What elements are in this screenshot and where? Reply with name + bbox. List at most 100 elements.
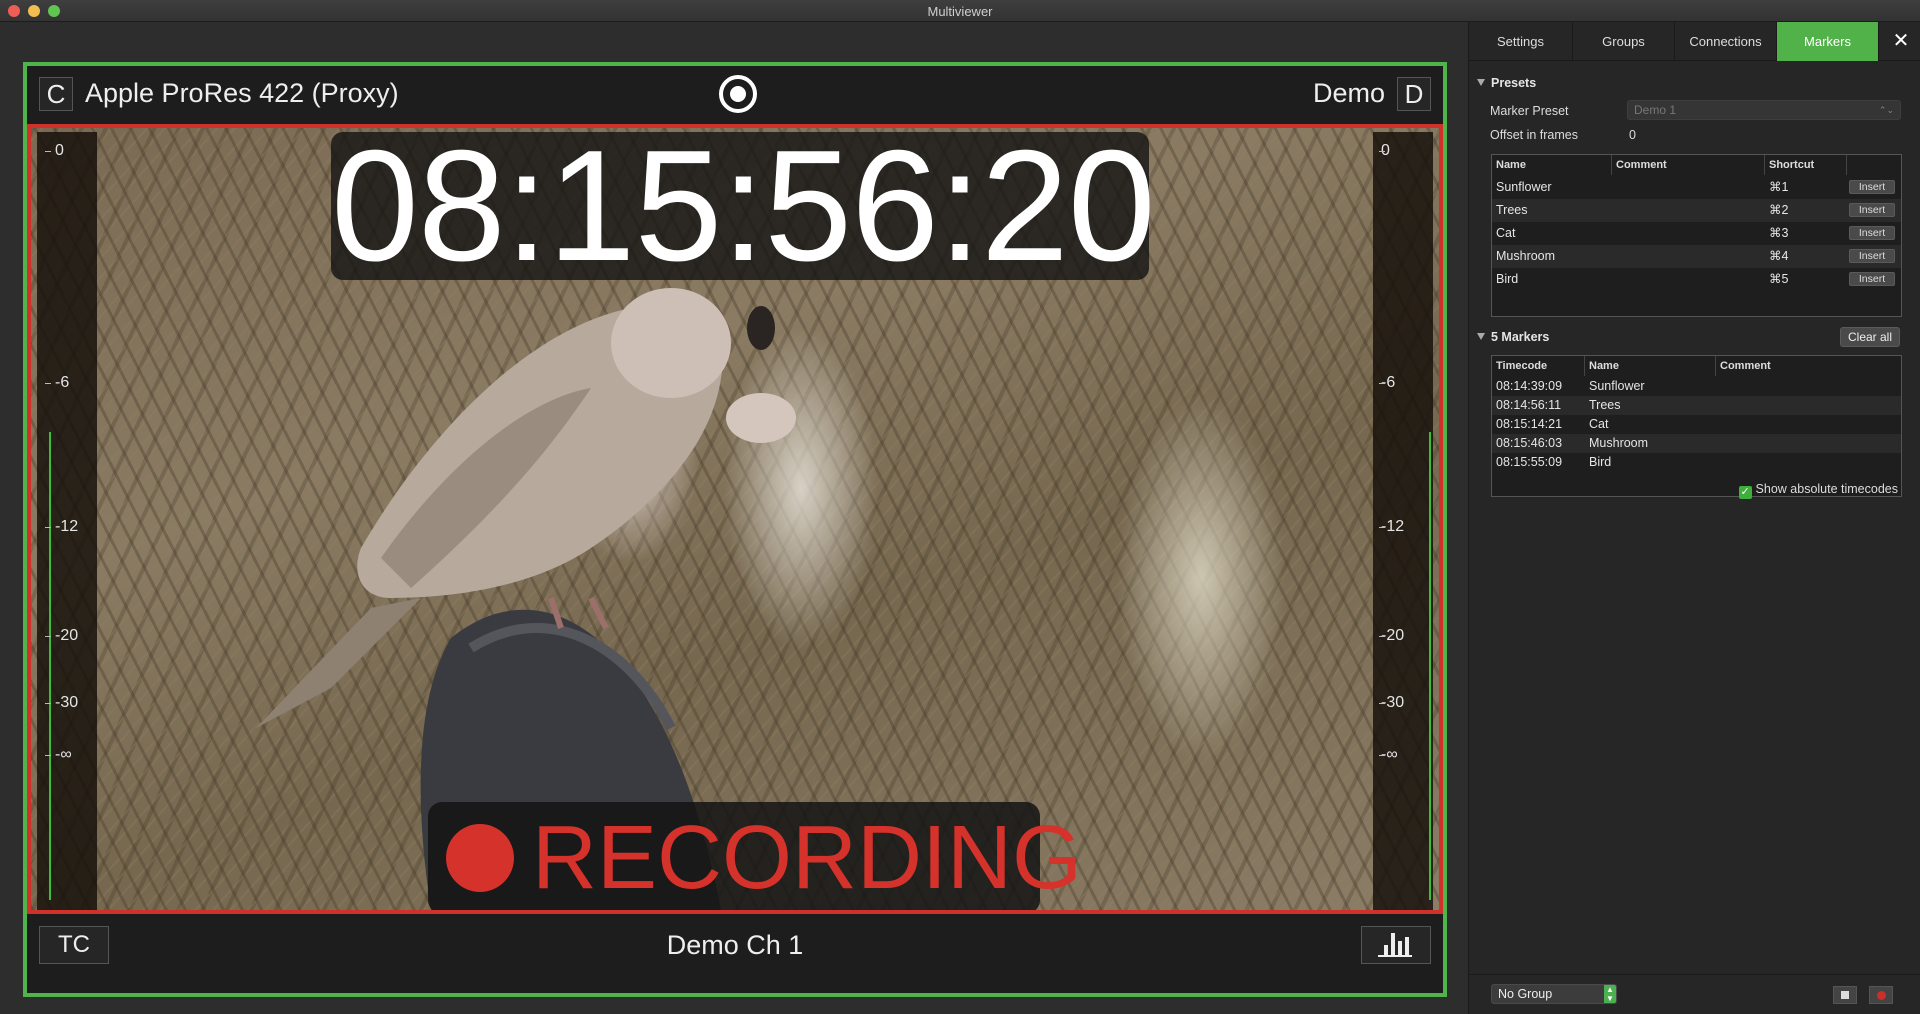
preset-shortcut: ⌘1 — [1769, 180, 1789, 194]
preset-shortcut: ⌘4 — [1769, 249, 1789, 263]
marker-name: Trees — [1589, 398, 1621, 412]
audio-meter-left: 0 -6 -12 -20 -30 -∞ — [37, 132, 97, 910]
marker-name: Cat — [1589, 417, 1609, 431]
tile-header: C Apple ProRes 422 (Proxy) Demo D — [27, 66, 1443, 124]
marker-timecode: 08:15:14:21 — [1496, 417, 1563, 431]
table-row[interactable]: Cat ⌘3 Insert — [1492, 222, 1901, 245]
markers-section-header[interactable]: 5 Markers — [1477, 330, 1549, 344]
table-row[interactable]: 08:15:46:03 Mushroom — [1492, 434, 1901, 453]
recording-label: RECORDING — [532, 808, 1083, 908]
markers-heading: 5 Markers — [1491, 330, 1550, 344]
channel-name: Demo Ch 1 — [666, 930, 804, 960]
insert-button[interactable]: Insert — [1849, 180, 1895, 194]
insert-button[interactable]: Insert — [1849, 272, 1895, 286]
tile-d-button[interactable]: D — [1397, 77, 1431, 111]
tab-connections[interactable]: Connections — [1675, 22, 1777, 61]
meter-tick: 0 — [45, 142, 64, 159]
offset-label: Offset in frames — [1490, 128, 1578, 142]
marker-preset-select[interactable]: Demo 1 — [1627, 100, 1901, 120]
preset-comment — [1612, 199, 1616, 222]
table-row[interactable]: Mushroom ⌘4 Insert — [1492, 245, 1901, 268]
marker-comment — [1716, 415, 1720, 434]
preset-shortcut: ⌘2 — [1769, 203, 1789, 217]
column-header — [1847, 155, 1903, 175]
meter-tick: -30 — [44, 694, 79, 711]
tile-c-button[interactable]: C — [39, 77, 73, 111]
column-header[interactable]: Name — [1492, 155, 1612, 175]
tab-markers[interactable]: Markers — [1777, 22, 1879, 61]
clear-all-button[interactable]: Clear all — [1840, 327, 1900, 347]
preset-name: Cat — [1496, 226, 1516, 240]
marker-name: Mushroom — [1589, 436, 1649, 450]
tile-footer: TC Demo Ch 1 — [27, 914, 1443, 993]
video-preview: 0 -6 -12 -20 -30 -∞ 0 -6 -12 -20 -30 -∞ … — [27, 124, 1443, 914]
panel-bottom-bar: No Group ▲ ▼ — [1469, 974, 1920, 1014]
table-row[interactable]: Bird ⌘5 Insert — [1492, 268, 1901, 291]
column-header[interactable]: Shortcut — [1765, 155, 1847, 175]
meter-tick: -∞ — [45, 746, 72, 763]
disclosure-triangle-icon — [1477, 333, 1485, 340]
table-row[interactable]: 08:15:14:21 Cat — [1492, 415, 1901, 434]
audio-meter-right: 0 -6 -12 -20 -30 -∞ — [1373, 132, 1433, 910]
preset-name: Trees — [1496, 203, 1528, 217]
marker-name: Bird — [1589, 455, 1612, 469]
multiviewer-area: C Apple ProRes 422 (Proxy) Demo D 0 -6 -… — [0, 22, 1468, 1014]
chevron-updown-icon: ▲ ▼ — [1604, 985, 1616, 1003]
table-row[interactable]: Trees ⌘2 Insert — [1492, 199, 1901, 222]
column-header[interactable]: Comment — [1716, 356, 1903, 376]
preset-shortcut: ⌘5 — [1769, 272, 1789, 286]
title-bar: Multiviewer — [0, 0, 1920, 22]
preset-name: Sunflower — [1496, 180, 1552, 194]
meter-tick: -12 — [44, 518, 79, 535]
group-select[interactable]: No Group ▲ ▼ — [1491, 984, 1617, 1004]
preset-comment — [1612, 268, 1616, 291]
column-header[interactable]: Timecode — [1492, 356, 1585, 376]
insert-button[interactable]: Insert — [1849, 226, 1895, 240]
close-icon[interactable]: ✕ — [1889, 30, 1913, 54]
disclosure-triangle-icon — [1477, 79, 1485, 86]
recording-overlay: RECORDING — [428, 802, 1082, 910]
markers-table: Timecode Name Comment 08:14:39:09 Sunflo… — [1491, 355, 1902, 497]
tab-groups[interactable]: Groups — [1573, 22, 1675, 61]
marker-preset-label: Marker Preset — [1490, 104, 1569, 118]
marker-timecode: 08:14:56:11 — [1496, 398, 1562, 412]
insert-button[interactable]: Insert — [1849, 249, 1895, 263]
source-name: Apple ProRes 422 (Proxy) — [85, 78, 399, 108]
presets-section-header[interactable]: Presets — [1477, 76, 1536, 90]
timecode-display: 08:15:56:20 — [331, 124, 1156, 294]
meter-tick: -20 — [1378, 627, 1405, 644]
markers-panel: Settings Groups Connections Markers ✕ Pr… — [1468, 22, 1920, 1014]
marker-timecode: 08:15:55:09 — [1496, 455, 1563, 469]
meter-tick: 0 — [1379, 142, 1390, 159]
preset-shortcut: ⌘3 — [1769, 226, 1789, 240]
tab-settings[interactable]: Settings — [1469, 22, 1573, 61]
presets-table: Name Comment Shortcut Sunflower ⌘1 Inser… — [1491, 154, 1902, 317]
preset-name: Bird — [1496, 272, 1519, 286]
record-button[interactable] — [1869, 986, 1893, 1004]
show-absolute-timecodes-checkbox[interactable]: ✓ Show absolute timecodes — [1738, 482, 1898, 499]
offset-field[interactable]: 0 — [1629, 128, 1636, 142]
stop-button[interactable] — [1833, 986, 1857, 1004]
column-header[interactable]: Comment — [1612, 155, 1765, 175]
table-row[interactable]: 08:15:55:09 Bird — [1492, 453, 1901, 472]
meter-tick: -30 — [1378, 694, 1405, 711]
marker-comment — [1716, 396, 1720, 415]
audio-meter-toggle-button[interactable] — [1361, 926, 1431, 964]
insert-button[interactable]: Insert — [1849, 203, 1895, 217]
column-header[interactable]: Name — [1585, 356, 1716, 376]
table-row[interactable]: Sunflower ⌘1 Insert — [1492, 176, 1901, 199]
meter-tick: -6 — [1378, 374, 1396, 391]
marker-comment — [1716, 377, 1720, 396]
marker-timecode: 08:14:39:09 — [1496, 379, 1563, 393]
audio-level-bar-right — [1429, 432, 1431, 900]
show-absolute-timecodes-label: Show absolute timecodes — [1755, 482, 1898, 496]
marker-name: Sunflower — [1589, 379, 1645, 393]
table-row[interactable]: 08:14:39:09 Sunflower — [1492, 377, 1901, 396]
marker-comment — [1716, 453, 1720, 472]
viewer-tile[interactable]: C Apple ProRes 422 (Proxy) Demo D 0 -6 -… — [23, 62, 1447, 997]
timecode-overlay: 08:15:56:20 — [331, 124, 1156, 294]
preset-comment — [1612, 245, 1616, 268]
preset-comment — [1612, 176, 1616, 199]
audio-level-bar-left — [49, 432, 51, 900]
table-row[interactable]: 08:14:56:11 Trees — [1492, 396, 1901, 415]
